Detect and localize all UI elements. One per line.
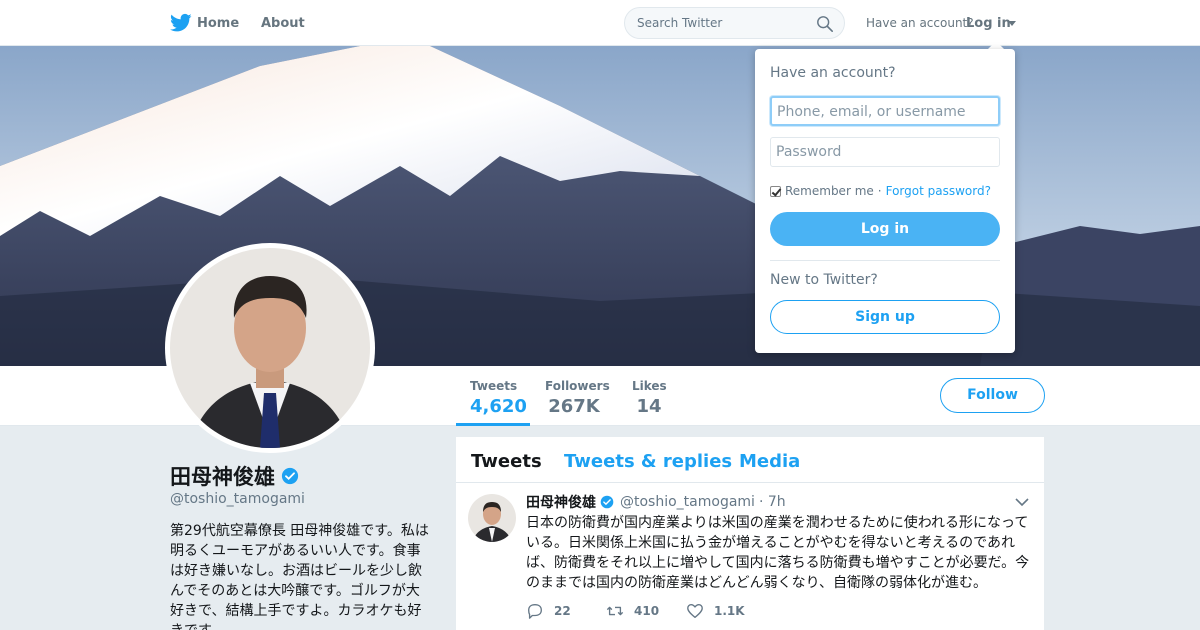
username-field[interactable]: Phone, email, or username (770, 96, 1000, 126)
follow-button[interactable]: Follow (940, 378, 1045, 413)
search-icon[interactable] (816, 15, 834, 33)
followers-stat[interactable]: Followers 267K (545, 379, 610, 417)
tweets-stat[interactable]: Tweets 4,620 (470, 379, 527, 417)
login-dropdown: Have an account? Phone, email, or userna… (755, 49, 1015, 353)
retweet-count: 410 (634, 604, 660, 618)
retweet-icon[interactable] (606, 602, 624, 620)
likes-stat[interactable]: Likes 14 (632, 379, 667, 417)
tab-media[interactable]: Media (739, 451, 800, 472)
timeline-tabs: Tweets Tweets & replies Media (456, 437, 1044, 483)
avatar-image (170, 248, 370, 448)
divider (770, 260, 1000, 261)
profile-avatar[interactable] (165, 243, 375, 453)
login-dropdown-title: Have an account? (770, 65, 896, 81)
tab-tweets-replies[interactable]: Tweets & replies (564, 451, 732, 472)
tweet-author-name[interactable]: 田母神俊雄 (526, 492, 596, 512)
separator: · (877, 184, 882, 198)
stat-value: 14 (636, 396, 662, 417)
have-account-text: Have an account? (866, 16, 974, 30)
tweet-avatar[interactable] (468, 494, 516, 542)
signup-button[interactable]: Sign up (770, 300, 1000, 334)
tweet-avatar-image (468, 494, 516, 542)
profile-handle[interactable]: @toshio_tamogami (170, 491, 305, 507)
stat-value: 267K (548, 396, 600, 417)
twitter-bird-icon[interactable] (170, 13, 192, 33)
tweet-timestamp[interactable]: · 7h (759, 494, 786, 510)
reply-count: 22 (554, 604, 571, 618)
profile-name-text: 田母神俊雄 (170, 465, 275, 489)
tab-tweets[interactable]: Tweets (471, 451, 542, 472)
profile-bio: 第29代航空幕僚長 田母神俊雄です。私は明るくユーモアがあるいい人です。食事は好… (170, 523, 429, 630)
search-input[interactable]: Search Twitter (637, 16, 722, 30)
chevron-down-icon[interactable] (1015, 497, 1029, 507)
timeline: Tweets Tweets & replies Media 田母神俊雄 @tos… (456, 437, 1044, 630)
forgot-password-link[interactable]: Forgot password? (886, 184, 991, 198)
search-box[interactable]: Search Twitter (624, 7, 845, 39)
remember-row: Remember me · Forgot password? (770, 184, 991, 198)
verified-badge-icon (281, 467, 299, 485)
new-to-twitter-text: New to Twitter? (770, 272, 878, 288)
login-button[interactable]: Log in (770, 212, 1000, 246)
tweet[interactable]: 田母神俊雄 @toshio_tamogami · 7h 日本の防衛費が国内産業よ… (456, 484, 1044, 630)
like-count: 1.1K (714, 604, 745, 618)
reply-action[interactable]: 22 (526, 602, 606, 620)
tweet-text: 日本の防衛費が国内産業よりは米国の産業を潤わせるために使われる形になっている。日… (526, 515, 1030, 591)
remember-me-checkbox[interactable] (770, 185, 781, 197)
nav-about-link[interactable]: About (261, 16, 305, 31)
profile-name: 田母神俊雄 (170, 461, 299, 491)
stat-label: Likes (632, 379, 667, 393)
top-nav: Home About Search Twitter Have an accoun… (0, 0, 1200, 46)
stat-value: 4,620 (470, 396, 527, 417)
login-menu-link[interactable]: Log in (966, 16, 1011, 31)
stat-label: Followers (545, 379, 610, 393)
heart-icon[interactable] (686, 602, 704, 620)
retweet-action[interactable]: 410 (606, 602, 686, 620)
caret-down-icon[interactable] (1008, 21, 1016, 26)
verified-badge-icon (600, 495, 614, 509)
active-stat-indicator (456, 423, 530, 426)
tweet-author-handle[interactable]: @toshio_tamogami (620, 494, 755, 510)
reply-icon[interactable] (526, 602, 544, 620)
nav-home-link[interactable]: Home (197, 16, 239, 31)
like-action[interactable]: 1.1K (686, 602, 766, 620)
password-field[interactable]: Password (770, 137, 1000, 167)
stat-label: Tweets (470, 379, 518, 393)
tweet-header: 田母神俊雄 @toshio_tamogami · 7h (526, 492, 786, 512)
remember-me-label[interactable]: Remember me (785, 184, 874, 198)
tweet-actions: 22 410 1.1K (526, 602, 766, 620)
